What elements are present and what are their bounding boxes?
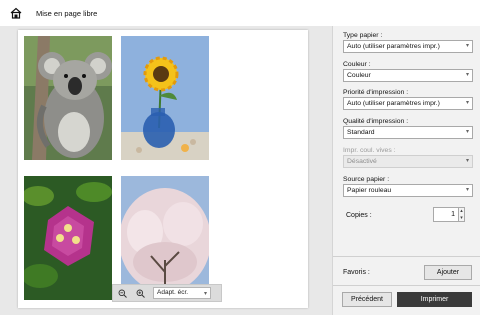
zoom-in-icon[interactable] xyxy=(131,285,149,301)
zoom-select[interactable]: Adapt. écr. ▾ xyxy=(153,287,211,299)
favorites-label: Favoris : xyxy=(343,269,370,276)
copies-input[interactable]: 1 xyxy=(433,207,459,222)
paper-source-value: Papier rouleau xyxy=(347,187,392,194)
color-value: Couleur xyxy=(347,72,371,79)
print-priority-label: Priorité d'impression : xyxy=(343,89,409,96)
print-priority-select[interactable]: Auto (utiliser paramètres impr.) ▾ xyxy=(343,97,473,110)
settings-pane: Type papier : Auto (utiliser paramètres … xyxy=(332,26,480,315)
chevron-down-icon: ▾ xyxy=(465,158,469,164)
color-select[interactable]: Couleur ▾ xyxy=(343,69,473,82)
divider xyxy=(333,256,480,257)
zoom-out-icon[interactable] xyxy=(113,285,131,301)
color-label: Couleur : xyxy=(343,61,371,68)
photo-bougainvillea[interactable] xyxy=(24,176,112,300)
print-priority-value: Auto (utiliser paramètres impr.) xyxy=(347,100,440,107)
divider xyxy=(333,285,480,286)
vivid-color-value: Désactivé xyxy=(347,158,377,165)
paper-type-value: Auto (utiliser paramètres impr.) xyxy=(347,43,440,50)
previous-button[interactable]: Précédent xyxy=(342,292,392,307)
chevron-down-icon: ▾ xyxy=(465,129,469,135)
copies-spinner[interactable]: ▴ ▾ xyxy=(458,207,465,222)
window-title: Mise en page libre xyxy=(36,9,98,18)
zoom-select-value: Adapt. écr. xyxy=(157,289,189,296)
zoom-toolbar: Adapt. écr. ▾ xyxy=(112,284,222,302)
print-quality-label: Qualité d'impression : xyxy=(343,118,409,125)
vivid-color-select: Désactivé ▾ xyxy=(343,155,473,168)
photo-koala[interactable] xyxy=(24,36,112,160)
copies-label: Copies : xyxy=(346,212,372,219)
chevron-down-icon: ▾ xyxy=(465,72,469,78)
paper-type-select[interactable]: Auto (utiliser paramètres impr.) ▾ xyxy=(343,40,473,53)
add-favorite-button[interactable]: Ajouter xyxy=(424,265,472,280)
chevron-down-icon: ▾ xyxy=(465,187,469,193)
paper-source-label: Source papier : xyxy=(343,176,390,183)
vivid-color-label: Impr. coul. vives : xyxy=(343,147,396,154)
title-bar: Mise en page libre xyxy=(0,0,480,26)
photo-sunflower[interactable] xyxy=(121,36,209,160)
paper-preview xyxy=(18,30,308,308)
paper-type-label: Type papier : xyxy=(343,32,383,39)
chevron-down-icon: ▾ xyxy=(203,291,207,297)
photo-cherry-blossom[interactable] xyxy=(121,176,209,300)
print-quality-value: Standard xyxy=(347,129,375,136)
chevron-down-icon: ▾ xyxy=(465,100,469,106)
chevron-down-icon: ▾ xyxy=(465,43,469,49)
print-button[interactable]: Imprimer xyxy=(397,292,472,307)
chevron-down-icon[interactable]: ▾ xyxy=(459,215,464,222)
print-quality-select[interactable]: Standard ▾ xyxy=(343,126,473,139)
paper-source-select[interactable]: Papier rouleau ▾ xyxy=(343,184,473,197)
home-icon[interactable] xyxy=(10,7,22,19)
